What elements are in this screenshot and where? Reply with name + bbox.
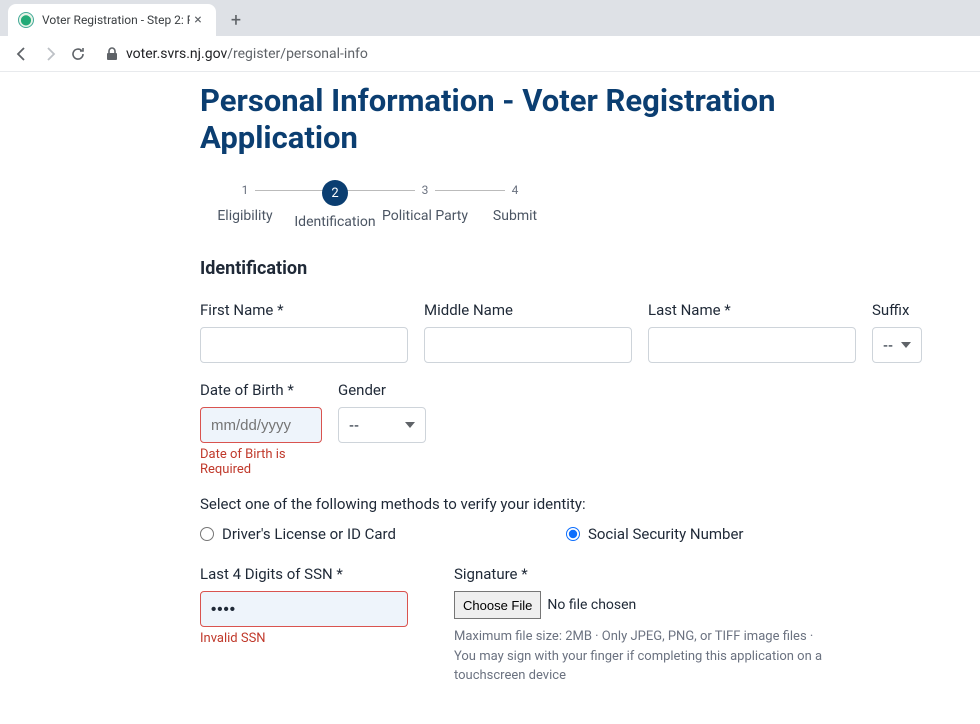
verify-dl-option[interactable]: Driver's License or ID Card: [200, 525, 396, 543]
middle-name-input[interactable]: [424, 327, 632, 363]
dob-input[interactable]: [200, 407, 322, 443]
dob-error: Date of Birth is Required: [200, 447, 322, 477]
arrow-left-icon: [14, 46, 30, 62]
lock-icon: [106, 47, 118, 61]
url-bar[interactable]: voter.svrs.nj.gov/register/personal-info: [100, 46, 972, 62]
gender-label: Gender: [338, 381, 426, 399]
tab-title: Voter Registration - Step 2: Perso: [42, 13, 190, 27]
verify-ssn-label: Social Security Number: [588, 525, 744, 543]
new-tab-button[interactable]: +: [222, 6, 250, 34]
name-row: First Name * Middle Name Last Name * Suf…: [200, 301, 920, 363]
browser-tab[interactable]: ⬤ Voter Registration - Step 2: Perso ×: [8, 4, 216, 36]
step-line: [425, 190, 515, 191]
dob-label: Date of Birth *: [200, 381, 322, 399]
ssn-error: Invalid SSN: [200, 631, 408, 646]
step-label: Eligibility: [217, 208, 272, 224]
dob-field: Date of Birth * Date of Birth is Require…: [200, 381, 322, 477]
arrow-right-icon: [42, 46, 58, 62]
verify-dl-radio[interactable]: [200, 527, 214, 541]
progress-stepper: 1 Eligibility 2 Identification 3 Politic…: [200, 180, 920, 230]
gender-field: Gender --: [338, 381, 426, 477]
step-number: 1: [235, 180, 255, 200]
ssn-signature-row: Last 4 Digits of SSN * Invalid SSN Signa…: [200, 565, 920, 686]
verify-options: Driver's License or ID Card Social Secur…: [200, 525, 920, 543]
back-button[interactable]: [8, 40, 36, 68]
url-text: voter.svrs.nj.gov/register/personal-info: [126, 46, 368, 62]
forward-button[interactable]: [36, 40, 64, 68]
signature-helper: Maximum file size: 2MB · Only JPEG, PNG,…: [454, 627, 834, 686]
ssn-input[interactable]: [200, 591, 408, 627]
first-name-label: First Name *: [200, 301, 408, 319]
verify-ssn-radio[interactable]: [566, 527, 580, 541]
step-label: Political Party: [382, 208, 468, 224]
suffix-label: Suffix: [872, 301, 922, 319]
last-name-label: Last Name *: [648, 301, 856, 319]
step-number: 4: [505, 180, 525, 200]
suffix-select[interactable]: --: [872, 327, 922, 363]
first-name-field: First Name *: [200, 301, 408, 363]
verify-prompt: Select one of the following methods to v…: [200, 495, 920, 513]
middle-name-field: Middle Name: [424, 301, 632, 363]
step-number: 2: [322, 180, 348, 206]
step-political-party[interactable]: 3 Political Party: [380, 180, 470, 224]
file-input-row: Choose File No file chosen: [454, 591, 834, 619]
middle-name-label: Middle Name: [424, 301, 632, 319]
page-title: Personal Information - Voter Registratio…: [200, 82, 920, 156]
suffix-field: Suffix --: [872, 301, 922, 363]
reload-icon: [70, 46, 86, 62]
close-tab-icon[interactable]: ×: [190, 12, 206, 28]
verify-dl-label: Driver's License or ID Card: [222, 525, 396, 543]
favicon-icon: ⬤: [18, 12, 34, 28]
reload-button[interactable]: [64, 40, 92, 68]
last-name-field: Last Name *: [648, 301, 856, 363]
step-submit[interactable]: 4 Submit: [470, 180, 560, 224]
signature-label: Signature *: [454, 565, 834, 583]
last-name-input[interactable]: [648, 327, 856, 363]
browser-toolbar: voter.svrs.nj.gov/register/personal-info: [0, 36, 980, 72]
section-title: Identification: [200, 258, 920, 279]
first-name-input[interactable]: [200, 327, 408, 363]
step-number: 3: [415, 180, 435, 200]
ssn-field: Last 4 Digits of SSN * Invalid SSN: [200, 565, 408, 686]
url-path: /register/personal-info: [227, 46, 368, 62]
browser-tab-bar: ⬤ Voter Registration - Step 2: Perso × +: [0, 0, 980, 36]
ssn-label: Last 4 Digits of SSN *: [200, 565, 408, 583]
url-host: voter.svrs.nj.gov: [126, 46, 227, 62]
page-content: Personal Information - Voter Registratio…: [0, 72, 980, 724]
verify-ssn-option[interactable]: Social Security Number: [566, 525, 744, 543]
file-status: No file chosen: [547, 597, 636, 613]
step-label: Identification: [294, 214, 375, 230]
step-eligibility[interactable]: 1 Eligibility: [200, 180, 290, 224]
step-identification[interactable]: 2 Identification: [290, 180, 380, 230]
gender-select[interactable]: --: [338, 407, 426, 443]
dob-gender-row: Date of Birth * Date of Birth is Require…: [200, 381, 920, 477]
step-label: Submit: [493, 208, 537, 224]
choose-file-button[interactable]: Choose File: [454, 591, 541, 619]
step-line: [335, 190, 425, 191]
signature-field: Signature * Choose File No file chosen M…: [454, 565, 834, 686]
